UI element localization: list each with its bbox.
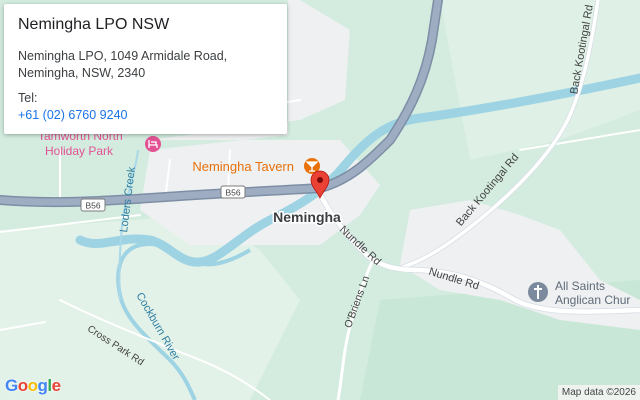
info-window: Nemingha LPO NSW Nemingha LPO, 1049 Armi… xyxy=(4,4,287,134)
route-shield-label: B56 xyxy=(85,201,100,211)
tavern-label: Nemingha Tavern xyxy=(192,159,294,174)
address-line: Nemingha LPO, 1049 Armidale Road, xyxy=(18,49,228,63)
tel-label: Tel: xyxy=(18,91,38,105)
lodging-icon xyxy=(145,136,161,152)
route-shield: B56 xyxy=(80,198,106,212)
church-label: All Saints xyxy=(555,279,605,293)
church-label: Anglican Chur xyxy=(555,293,630,307)
holiday-park-label: Holiday Park xyxy=(45,144,114,158)
address-line: Nemingha, NSW, 2340 xyxy=(18,66,146,80)
google-logo[interactable]: Google xyxy=(5,376,61,396)
phone-link[interactable]: +61 (02) 6760 9240 xyxy=(18,107,127,123)
place-title: Nemingha LPO NSW xyxy=(18,16,170,33)
route-shield: B56 xyxy=(220,185,246,199)
town-label: Nemingha xyxy=(273,209,341,225)
map-attribution[interactable]: Map data ©2026 xyxy=(557,385,640,400)
route-shield-label: B56 xyxy=(225,188,240,198)
